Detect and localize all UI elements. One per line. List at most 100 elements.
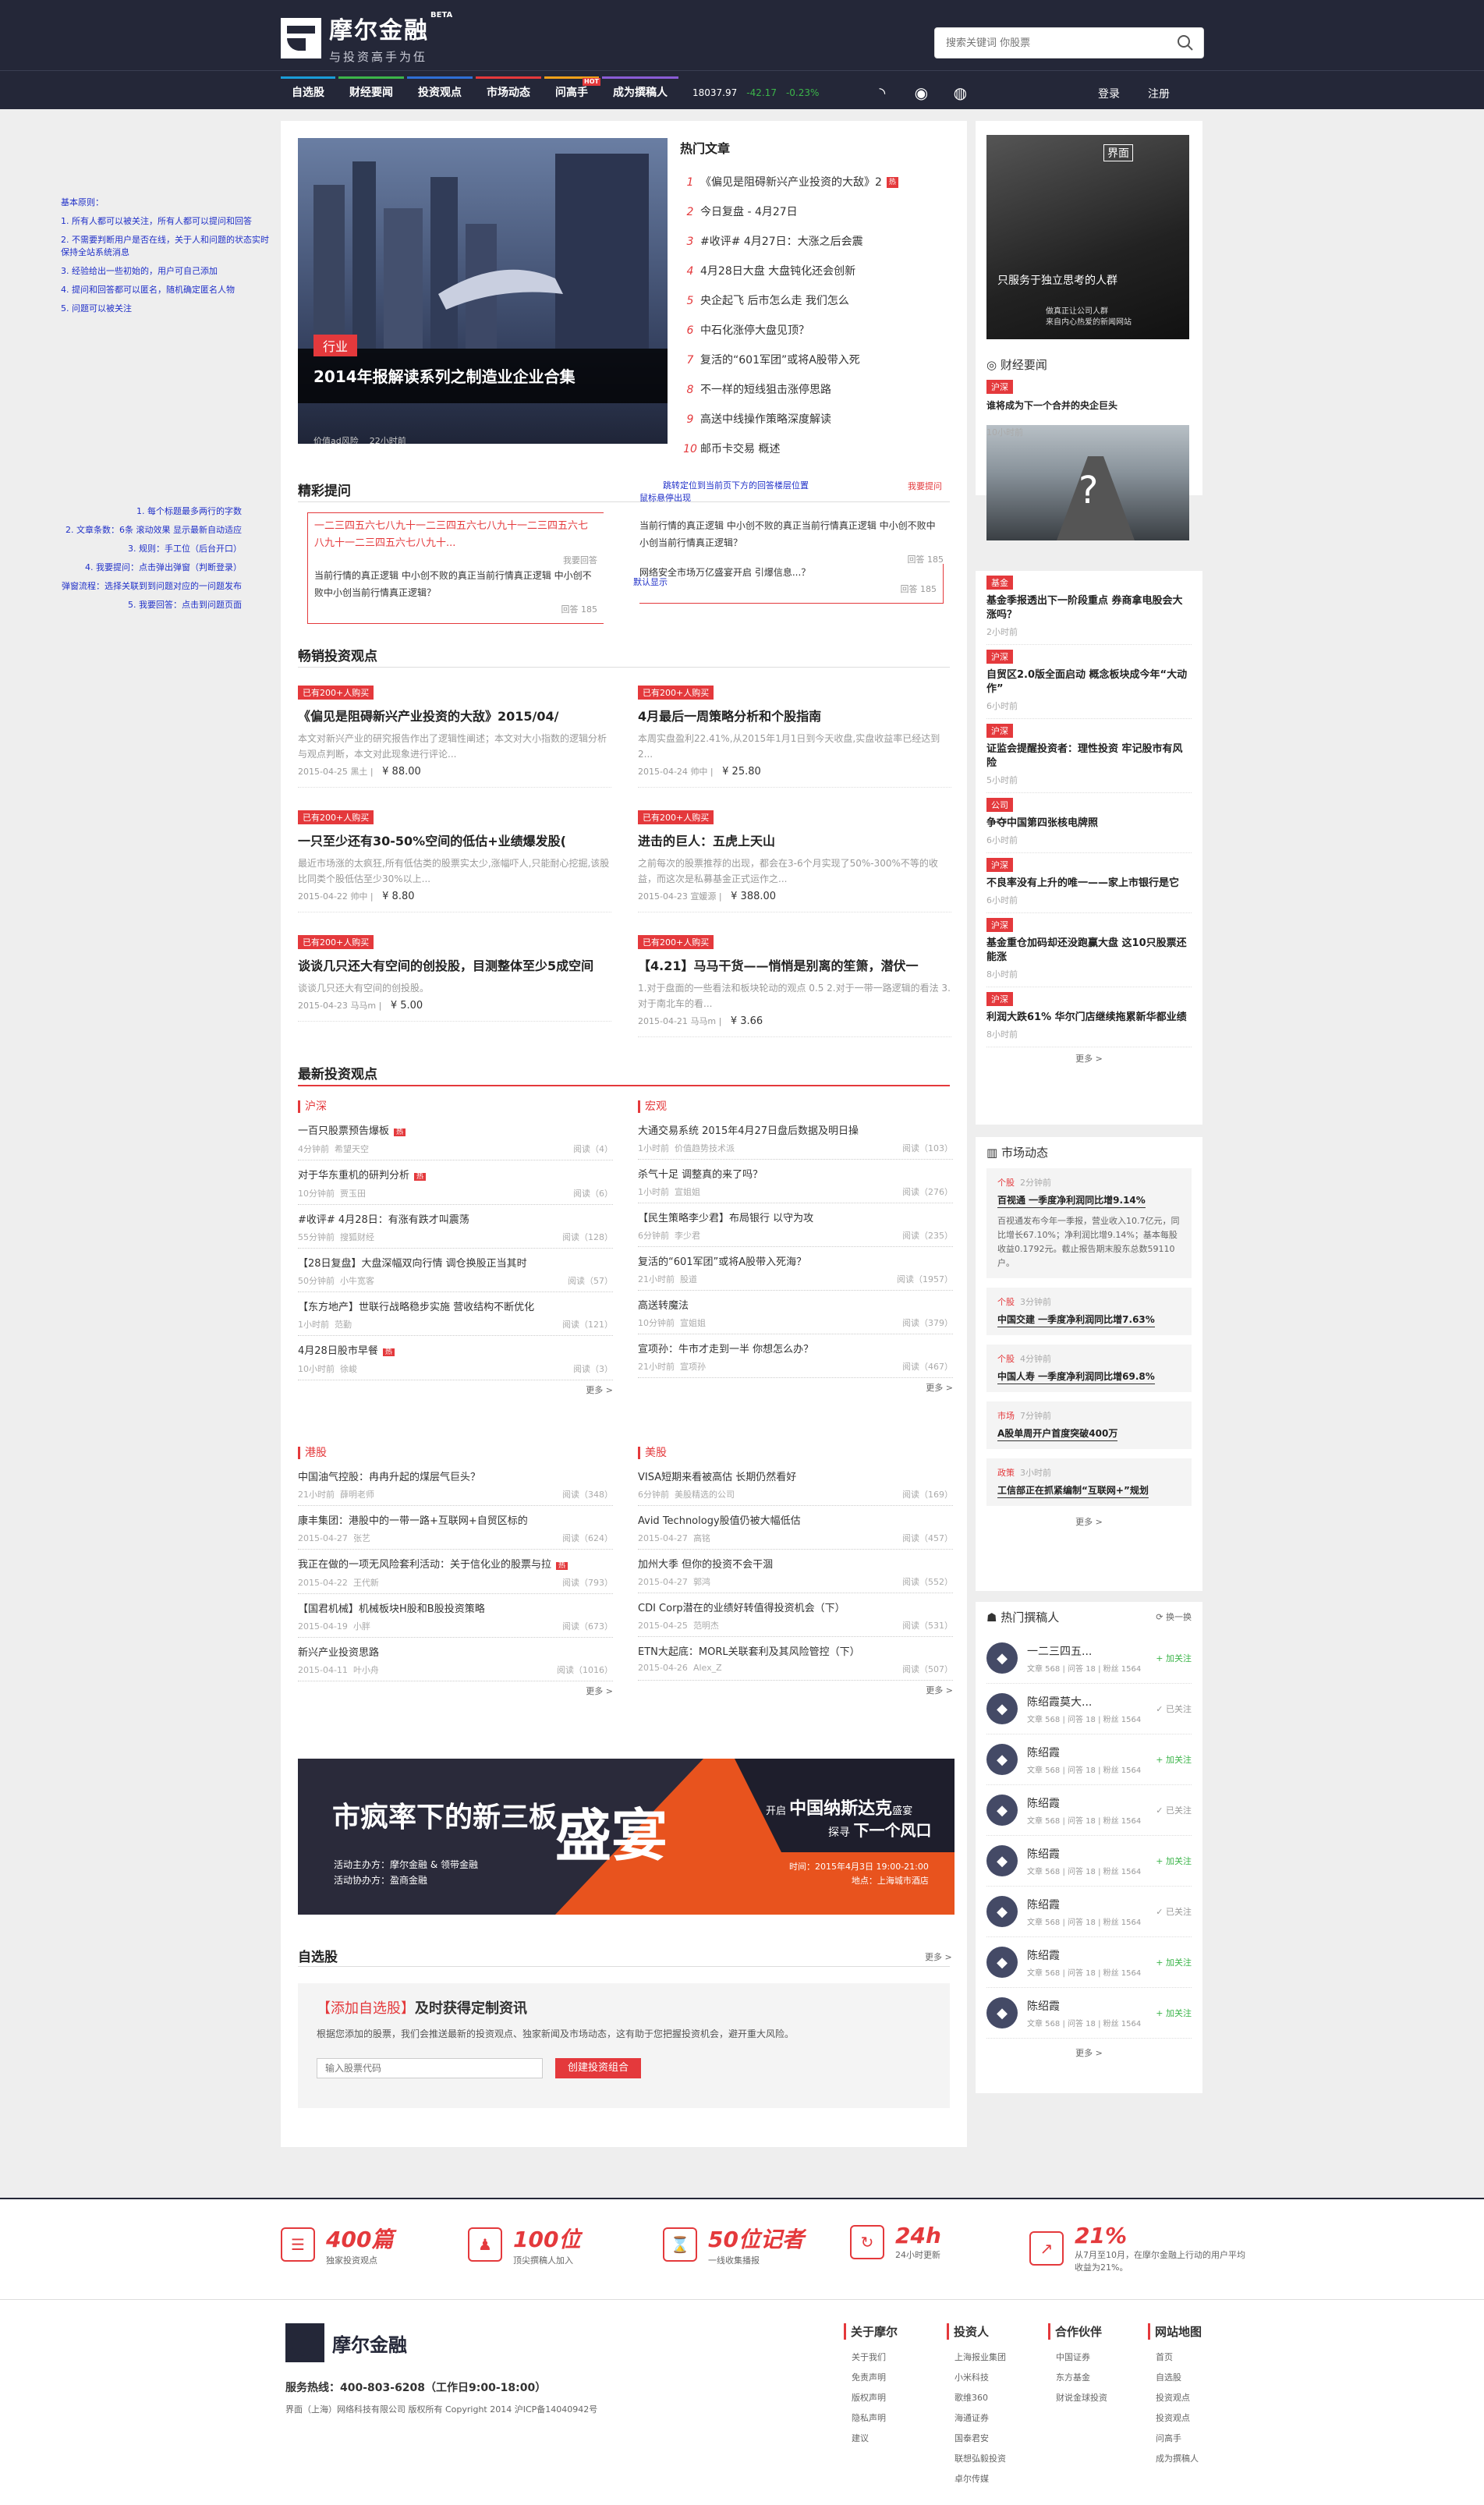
- latest-item[interactable]: VISA短期来看被高估 长期仍然看好 6分钟前 美股精选的公司 阅读（169）: [638, 1462, 953, 1506]
- footer-link[interactable]: 版权声明: [844, 2388, 898, 2408]
- latest-more[interactable]: 更多 >: [638, 1381, 953, 1394]
- latest-item[interactable]: 宣项孙：牛市才走到一半 你想怎么办？ 21小时前 宣项孙 阅读（467）: [638, 1334, 953, 1378]
- hot-article-item[interactable]: 10 邮币卡交易 概述: [680, 434, 953, 464]
- follow-button[interactable]: + 加关注: [1156, 1753, 1192, 1766]
- search-icon[interactable]: [1177, 34, 1194, 51]
- search-input[interactable]: [935, 28, 1161, 58]
- book-card[interactable]: 已有200+人购买 4月最后一周策略分析和个股指南 本周实盘盈利22.41%,从…: [638, 686, 951, 788]
- latest-item[interactable]: ETN大起底：MORL关联套利及其风险管控（下） 2015-04-26 Alex_…: [638, 1637, 953, 1681]
- latest-item[interactable]: 【28日复盘】大盘深幅双向行情 调仓换股正当其时 50分钟前 小牛宽客 阅读（57）: [298, 1249, 613, 1292]
- footer-link[interactable]: 首页: [1148, 2347, 1202, 2368]
- footer-link[interactable]: 歌维360: [947, 2388, 1006, 2408]
- follow-button[interactable]: + 加关注: [1156, 1652, 1192, 1664]
- book-title[interactable]: 一只至少还有30-50%空间的低估+业绩爆发股(: [298, 831, 611, 849]
- latest-item[interactable]: 我正在做的一项无风险套利活动：关于信化业的股票与拉热 2015-04-22 王代新…: [298, 1550, 613, 1594]
- latest-item[interactable]: 新兴产业投资思路 2015-04-11 叶小舟 阅读（1016）: [298, 1638, 613, 1681]
- latest-item[interactable]: #收评# 4月28日：有涨有跌才叫震荡 55分钟前 搜狐财经 阅读（128）: [298, 1205, 613, 1249]
- nav-item-3[interactable]: 市场动态: [476, 76, 541, 109]
- footer-link[interactable]: 国泰君安: [947, 2429, 1006, 2449]
- diamond-icon[interactable]: ◆: [986, 1693, 1018, 1724]
- footer-link[interactable]: 关于我们: [844, 2347, 898, 2368]
- book-title[interactable]: 谈谈几只还大有空间的创投股，目测整体至少5成空间: [298, 955, 611, 974]
- latest-item[interactable]: 康丰集团：港股中的一带一路+互联网+自贸区标的 2015-04-27 张艺 阅读（6…: [298, 1506, 613, 1550]
- stock-code-input[interactable]: [317, 2058, 543, 2078]
- refresh-button[interactable]: ⟳ 换一换: [1156, 1602, 1192, 1633]
- qa-item-2[interactable]: 当前行情的真正逻辑 中小创不败的真正当前行情真正逻辑 中小创不败中小创当前行情真…: [639, 517, 944, 569]
- market-more[interactable]: 更多 >: [986, 1515, 1192, 1528]
- footer-link[interactable]: 投资观点: [1148, 2408, 1202, 2429]
- footer-link[interactable]: 中国证券: [1048, 2347, 1107, 2368]
- diamond-icon[interactable]: ◆: [986, 1744, 1018, 1775]
- hot-article-item[interactable]: 2 今日复盘 - 4月27日: [680, 197, 953, 227]
- hot-article-item[interactable]: 1 《偏见是阻碍新兴产业投资的大敌》2 热: [680, 168, 953, 197]
- news-item[interactable]: 沪深 自贸区2.0版全面启动 概念板块成今年“大动作” 6小时前: [986, 645, 1192, 719]
- latest-item[interactable]: 一百只股票预告爆板热 4分钟前 希望天空 阅读（4）: [298, 1116, 613, 1160]
- diamond-icon[interactable]: ◆: [986, 1795, 1018, 1826]
- news-lead[interactable]: 沪深 谁将成为下一个合并的央企巨头: [986, 380, 1117, 413]
- writer-name[interactable]: 一二三四五...: [1027, 1643, 1156, 1659]
- latest-item[interactable]: 加州大季 但你的投资不会干涸 2015-04-27 郭鸿 阅读（552）: [638, 1550, 953, 1593]
- news-item[interactable]: 基金 基金季报透出下一阶段重点 券商拿电股会大涨吗？ 2小时前: [986, 571, 1192, 645]
- writer-name[interactable]: 陈绍霞: [1027, 1745, 1156, 1760]
- hot-article-item[interactable]: 3 #收评# 4月27日：大涨之后会震: [680, 227, 953, 257]
- footer-link[interactable]: 海通证券: [947, 2408, 1006, 2429]
- diamond-icon[interactable]: ◆: [986, 1642, 1018, 1674]
- book-card[interactable]: 已有200+人购买 【4.21】马马干货——悄悄是别离的笙箫，潜伏一 1.对于盘…: [638, 935, 951, 1037]
- footer-link[interactable]: 隐私声明: [844, 2408, 898, 2429]
- watchlist-more[interactable]: 更多 >: [925, 1950, 952, 1963]
- latest-item[interactable]: 复活的“601军团”或将A股带入死海？ 21小时前 股道 阅读（1957）: [638, 1247, 953, 1291]
- latest-item[interactable]: 4月28日股市早餐热 10小时前 徐峻 阅读（3）: [298, 1336, 613, 1380]
- latest-item[interactable]: 对于华东重机的研判分析热 10分钟前 贾玉田 阅读（6）: [298, 1160, 613, 1205]
- footer-link[interactable]: 免责声明: [844, 2368, 898, 2388]
- writer-name[interactable]: 陈绍霞: [1027, 1947, 1156, 1963]
- footer-logo[interactable]: 摩尔金融: [285, 2323, 407, 2362]
- book-card[interactable]: 已有200+人购买 谈谈几只还大有空间的创投股，目测整体至少5成空间 谈谈几只还…: [298, 935, 611, 1022]
- news-item[interactable]: 沪深 证监会提醒投资者：理性投资 牢记股市有风险 5小时前: [986, 719, 1192, 793]
- qa-item-3[interactable]: 当前行情的真正逻辑 中小创不败的真正当前行情真正逻辑 中小创不败中小创当前行情真…: [307, 562, 604, 624]
- footer-link[interactable]: 东方基金: [1048, 2368, 1107, 2388]
- writer-name[interactable]: 陈绍霞: [1027, 1998, 1156, 2014]
- followed-button[interactable]: ✓ 已关注: [1156, 1905, 1192, 1918]
- create-portfolio-button[interactable]: 创建投资组合: [555, 2058, 642, 2078]
- book-card[interactable]: 已有200+人购买 进击的巨人：五虎上天山 之前每次的股票推荐的出现，都会在3-…: [638, 810, 951, 912]
- follow-button[interactable]: + 加关注: [1156, 1855, 1192, 1867]
- followed-button[interactable]: ✓ 已关注: [1156, 1702, 1192, 1715]
- diamond-icon[interactable]: ◆: [986, 1896, 1018, 1927]
- market-item[interactable]: 个股 4分钟前 中国人寿 一季度净利润同比增69.8%: [986, 1345, 1192, 1392]
- wechat-icon[interactable]: ◍: [944, 76, 976, 109]
- latest-more[interactable]: 更多 >: [298, 1384, 613, 1396]
- hot-article-item[interactable]: 5 央企起飞 后市怎么走 我们怎么: [680, 286, 953, 316]
- diamond-icon[interactable]: ◆: [986, 1947, 1018, 1978]
- register-link[interactable]: 注册: [1148, 86, 1170, 101]
- nav-item-5[interactable]: 成为撰稿人: [602, 76, 678, 109]
- followed-button[interactable]: ✓ 已关注: [1156, 1804, 1192, 1816]
- rss-icon[interactable]: ◝: [866, 76, 898, 109]
- nav-item-4[interactable]: 问高手 HOT: [544, 76, 600, 109]
- latest-item[interactable]: Avid Technology股值仍被大幅低估 2015-04-27 高铭 阅读（4…: [638, 1506, 953, 1550]
- latest-item[interactable]: CDI Corp潜在的业绩好转值得投资机会（下） 2015-04-25 范明杰 阅读…: [638, 1593, 953, 1637]
- jiemian-ad[interactable]: 界面 只服务于独立思考的人群 做真正让公司人群 来自内心热爱的新闻网站: [986, 135, 1189, 339]
- latest-more[interactable]: 更多 >: [298, 1685, 613, 1697]
- book-card[interactable]: 已有200+人购买 一只至少还有30-50%空间的低估+业绩爆发股( 最近市场涨…: [298, 810, 611, 912]
- latest-item[interactable]: 【国君机械】机械板块H股和B股投资策略 2015-04-19 小胖 阅读（673）: [298, 1594, 613, 1638]
- news-item[interactable]: 沪深 利润大跌61% 华尔门店继续拖累新华都业绩 8小时前: [986, 987, 1192, 1047]
- latest-item[interactable]: 大通交易系统 2015年4月27日盘后数据及明日操 1小时前 价值趋势技术派 阅读（…: [638, 1116, 953, 1160]
- footer-link[interactable]: 卓尔传媒: [947, 2469, 1006, 2489]
- footer-link[interactable]: 小米科技: [947, 2368, 1006, 2388]
- market-item[interactable]: 个股 2分钟前 百视通 一季度净利润同比增9.14% 百视通发布今年一季报，营业收入…: [986, 1168, 1192, 1278]
- book-title[interactable]: 【4.21】马马干货——悄悄是别离的笙箫，潜伏一: [638, 955, 951, 974]
- news-item[interactable]: 沪深 基金重仓加码却还没跑赢大盘 这10只股票还能涨 8小时前: [986, 913, 1192, 987]
- market-item[interactable]: 政策 3小时前 工信部正在抓紧编制“互联网+”规划: [986, 1458, 1192, 1506]
- nav-item-1[interactable]: 财经要闻: [338, 76, 404, 109]
- hero-slider[interactable]: 行业 2014年报解读系列之制造业企业合集 价值ad风险 22小时前: [298, 138, 668, 444]
- writer-name[interactable]: 陈绍霞莫大...: [1027, 1694, 1156, 1710]
- footer-link[interactable]: 成为撰稿人: [1148, 2449, 1202, 2469]
- book-title[interactable]: 进击的巨人：五虎上天山: [638, 831, 951, 849]
- qa-item-4[interactable]: 网络安全市场万亿盛宴开启 引爆信息...？ 回答 185: [639, 564, 944, 604]
- latest-item[interactable]: 【民生策略李少君】布局银行 以守为攻 6分钟前 李少君 阅读（235）: [638, 1203, 953, 1247]
- market-item[interactable]: 市场 7分钟前 A股单周开户首度突破400万: [986, 1401, 1192, 1449]
- diamond-icon[interactable]: ◆: [986, 1845, 1018, 1876]
- market-item[interactable]: 个股 3分钟前 中国交建 一季度净利润同比增7.63%: [986, 1288, 1192, 1335]
- writer-name[interactable]: 陈绍霞: [1027, 1897, 1156, 1912]
- writer-name[interactable]: 陈绍霞: [1027, 1795, 1156, 1811]
